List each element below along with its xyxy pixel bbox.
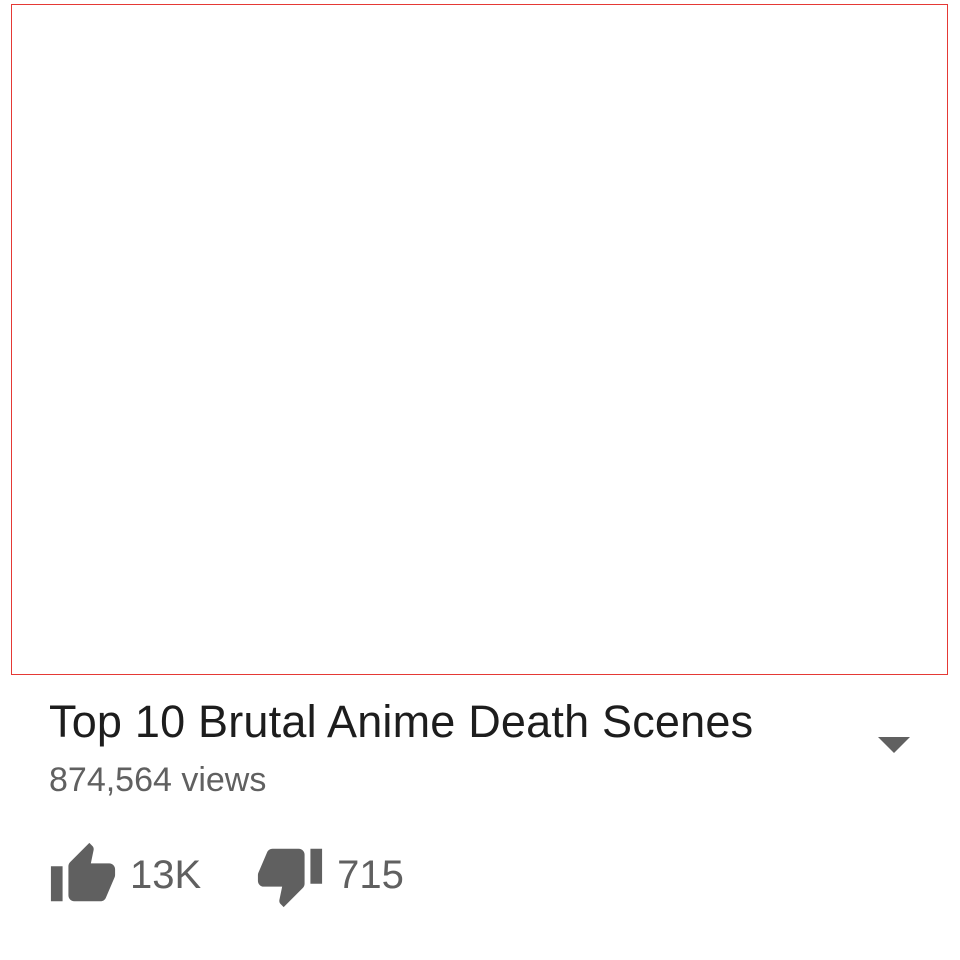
dislike-button[interactable]: 715	[255, 840, 404, 910]
view-count: 874,564 views	[49, 761, 267, 799]
thumbs-up-icon	[48, 840, 118, 910]
dislike-count: 715	[337, 853, 404, 897]
like-count: 13K	[130, 853, 202, 897]
video-title: Top 10 Brutal Anime Death Scenes	[49, 696, 754, 747]
video-player[interactable]	[11, 4, 948, 675]
like-button[interactable]: 13K	[48, 840, 201, 910]
thumbs-down-icon	[255, 840, 325, 910]
caret-down-icon	[878, 737, 910, 753]
video-watch-page: Top 10 Brutal Anime Death Scenes 874,564…	[0, 0, 960, 960]
video-actions-bar: 13K 715	[48, 840, 404, 910]
expand-description-button[interactable]	[870, 728, 918, 764]
